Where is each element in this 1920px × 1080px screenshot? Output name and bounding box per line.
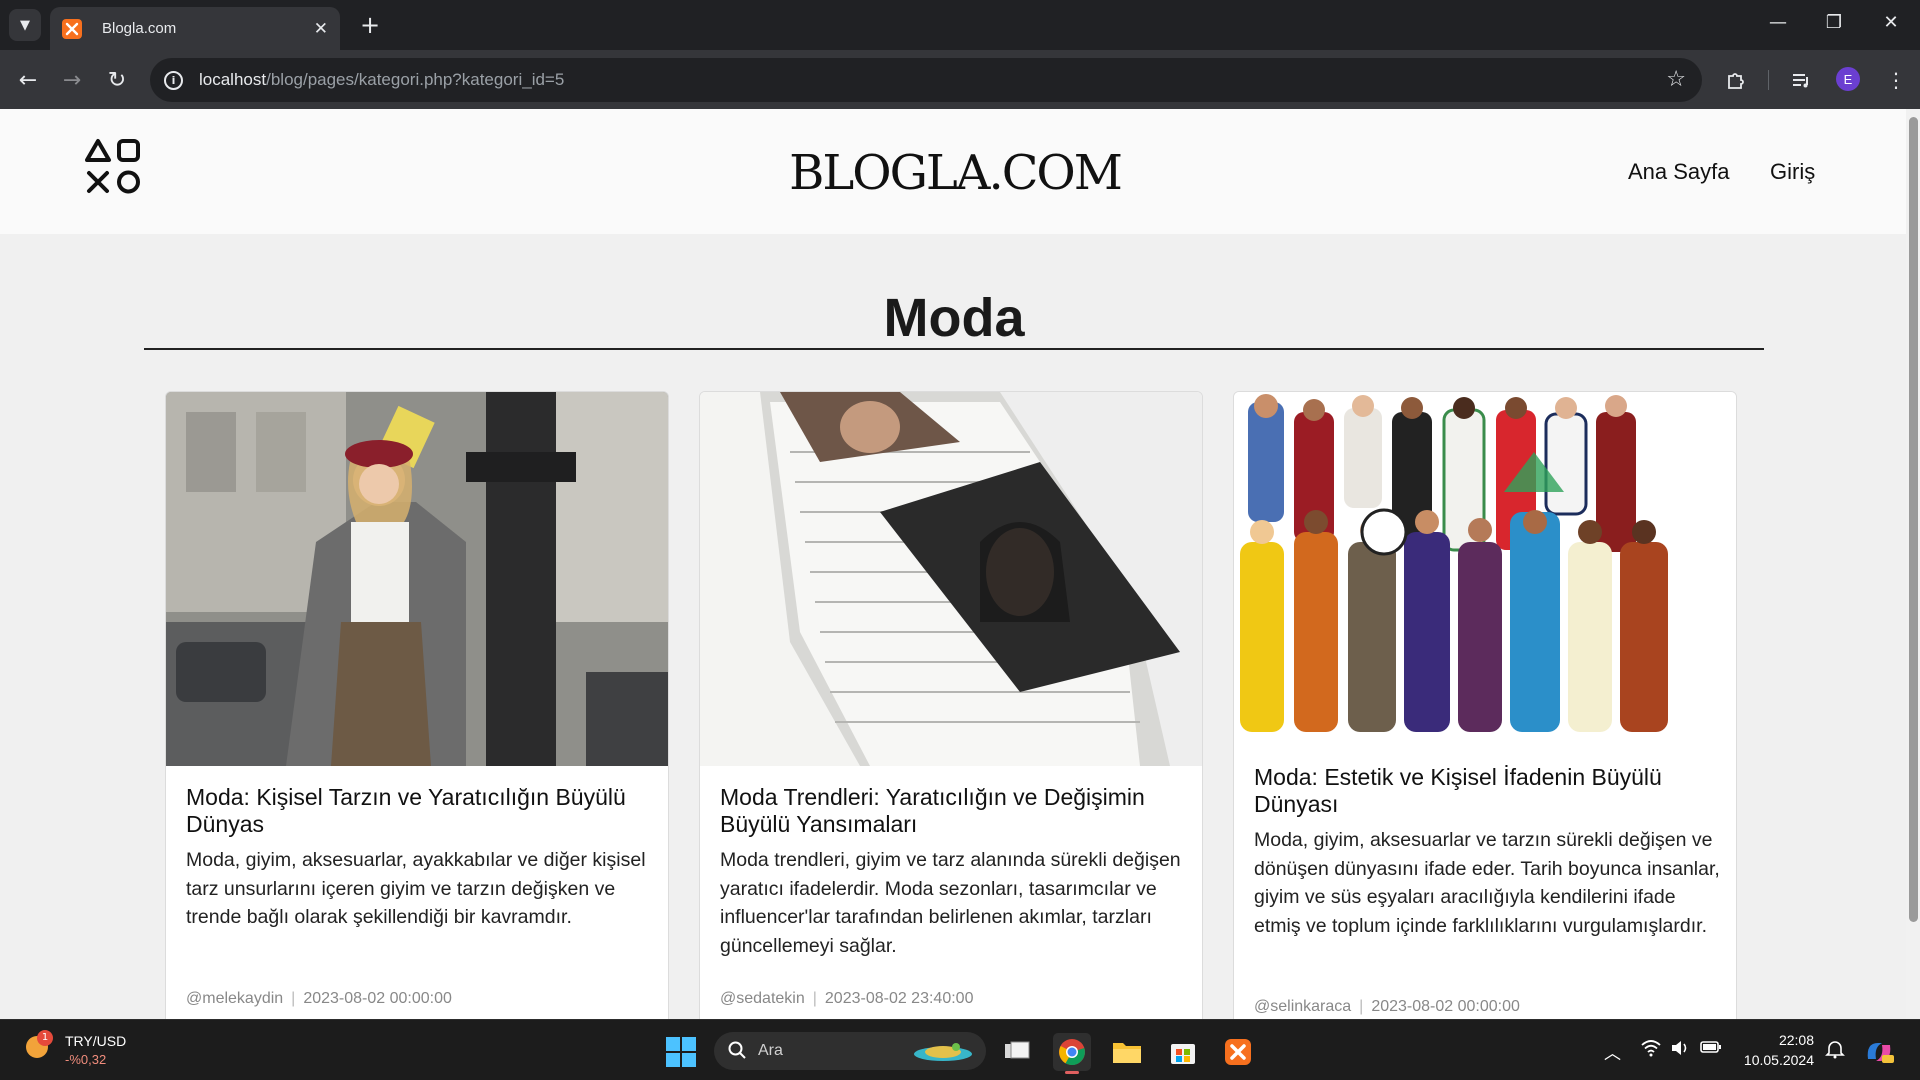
clock-date: 10.05.2024 — [1743, 1052, 1814, 1068]
browser-tab-strip: ▼ Blogla.com ✕ + — ❐ ✕ — [0, 0, 1920, 50]
post-image[interactable] — [700, 392, 1202, 766]
post-title[interactable]: Moda: Kişisel Tarzın ve Yaratıcılığın Bü… — [186, 784, 656, 838]
post-excerpt: Moda, giyim, aksesuarlar, ayakkabılar ve… — [186, 849, 646, 928]
browser-toolbar: ← → ↻ i localhost/blog/pages/kategori.ph… — [0, 50, 1920, 109]
new-tab-plus-icon[interactable]: + — [355, 10, 385, 40]
forward-arrow-icon[interactable]: → — [56, 64, 88, 96]
site-header: BLOGLA.COM Ana Sayfa Giriş — [0, 109, 1920, 234]
xampp-taskbar-icon[interactable] — [1219, 1033, 1257, 1071]
currency-widget[interactable]: 1 TRY/USD -%0,32 — [22, 1030, 162, 1072]
post-title[interactable]: Moda Trendleri: Yaratıcılığın ve Değişim… — [720, 784, 1190, 838]
widget-title: TRY/USD — [65, 1033, 127, 1049]
battery-icon[interactable] — [1700, 1039, 1722, 1060]
copilot-icon[interactable] — [1864, 1039, 1894, 1070]
title-divider — [144, 348, 1764, 350]
back-arrow-icon[interactable]: ← — [12, 64, 44, 96]
site-info-icon[interactable]: i — [164, 70, 183, 90]
url-text: localhost/blog/pages/kategori.php?katego… — [199, 70, 565, 89]
post-date: 2023-08-02 23:40:00 — [824, 990, 974, 1007]
post-excerpt: Moda trendleri, giyim ve tarz alanında s… — [720, 849, 1181, 957]
file-explorer-icon[interactable] — [1108, 1033, 1146, 1071]
extensions-puzzle-icon[interactable] — [1720, 64, 1752, 96]
tab-title: Blogla.com — [102, 20, 177, 37]
post-author[interactable]: @selinkaraca — [1254, 998, 1351, 1015]
post-date: 2023-08-02 00:00:00 — [1371, 998, 1520, 1015]
tray-chevron-up-icon[interactable]: ︿ — [1604, 1039, 1621, 1064]
post-card[interactable]: Moda Trendleri: Yaratıcılığın ve Değişim… — [699, 391, 1203, 1019]
page-scrollbar[interactable] — [1906, 109, 1920, 1019]
bookmark-star-icon[interactable]: ☆ — [1666, 67, 1686, 92]
browser-tab-active[interactable]: Blogla.com ✕ — [50, 7, 340, 50]
post-date: 2023-08-02 00:00:00 — [303, 990, 452, 1007]
post-image[interactable] — [166, 392, 668, 766]
post-title[interactable]: Moda: Estetik ve Kişisel İfadenin Büyülü… — [1254, 764, 1724, 818]
clock-time: 22:08 — [1778, 1032, 1814, 1048]
minimize-icon[interactable]: — — [1758, 12, 1798, 33]
nav-home-link[interactable]: Ana Sayfa — [1628, 159, 1730, 185]
post-meta: @sedatekin | 2023-08-02 23:40:00 — [720, 990, 974, 1007]
task-view-icon[interactable] — [998, 1033, 1036, 1071]
post-card[interactable]: Moda: Estetik ve Kişisel İfadenin Büyülü… — [1233, 391, 1737, 1019]
nav-login-link[interactable]: Giriş — [1770, 159, 1815, 185]
search-highlight-icon — [914, 1043, 972, 1061]
search-icon — [728, 1041, 746, 1059]
page-viewport: BLOGLA.COM Ana Sayfa Giriş Moda Moda: Ki… — [0, 109, 1920, 1019]
more-menu-icon[interactable]: ⋮ — [1880, 64, 1912, 96]
post-card[interactable]: Moda: Kişisel Tarzın ve Yaratıcılığın Bü… — [165, 391, 669, 1019]
post-author[interactable]: @sedatekin — [720, 990, 805, 1007]
address-bar[interactable]: i localhost/blog/pages/kategori.php?kate… — [150, 58, 1702, 102]
page-title: Moda — [883, 288, 1025, 348]
post-image[interactable] — [1234, 392, 1736, 746]
windows-taskbar: 1 TRY/USD -%0,32 Ara ︿ 22:08 10.05.2024 — [0, 1019, 1920, 1080]
taskbar-search-input[interactable]: Ara — [714, 1032, 986, 1070]
reload-icon[interactable]: ↻ — [101, 64, 133, 96]
chevron-down-icon: ▼ — [20, 17, 30, 33]
media-queue-icon[interactable] — [1785, 64, 1817, 96]
notification-bell-icon[interactable] — [1825, 1039, 1845, 1064]
microsoft-store-icon[interactable] — [1164, 1033, 1202, 1071]
restore-icon[interactable]: ❐ — [1814, 12, 1854, 33]
notification-badge: 1 — [37, 1030, 53, 1046]
xampp-favicon-icon — [62, 18, 82, 39]
toolbar-separator — [1768, 70, 1769, 90]
tab-close-icon[interactable]: ✕ — [314, 19, 328, 39]
widget-value: -%0,32 — [65, 1052, 107, 1067]
profile-avatar[interactable]: E — [1836, 67, 1860, 91]
post-meta: @selinkaraca | 2023-08-02 00:00:00 — [1254, 998, 1520, 1015]
volume-icon[interactable] — [1670, 1039, 1690, 1062]
windows-start-icon[interactable] — [666, 1037, 696, 1067]
active-app-indicator — [1065, 1071, 1079, 1074]
tab-search-button[interactable]: ▼ — [9, 9, 41, 41]
site-brand[interactable]: BLOGLA.COM — [0, 145, 1910, 201]
close-window-icon[interactable]: ✕ — [1871, 12, 1911, 33]
post-excerpt: Moda, giyim, aksesuarlar ve tarzın sürek… — [1254, 829, 1720, 937]
system-clock[interactable]: 22:08 10.05.2024 — [1740, 1030, 1814, 1070]
scrollbar-thumb[interactable] — [1909, 117, 1918, 922]
chrome-taskbar-icon[interactable] — [1053, 1033, 1091, 1074]
post-author[interactable]: @melekaydin — [186, 990, 283, 1007]
search-placeholder: Ara — [758, 1042, 783, 1059]
post-meta: @melekaydin | 2023-08-02 00:00:00 — [186, 990, 452, 1007]
wifi-icon[interactable] — [1641, 1039, 1661, 1062]
